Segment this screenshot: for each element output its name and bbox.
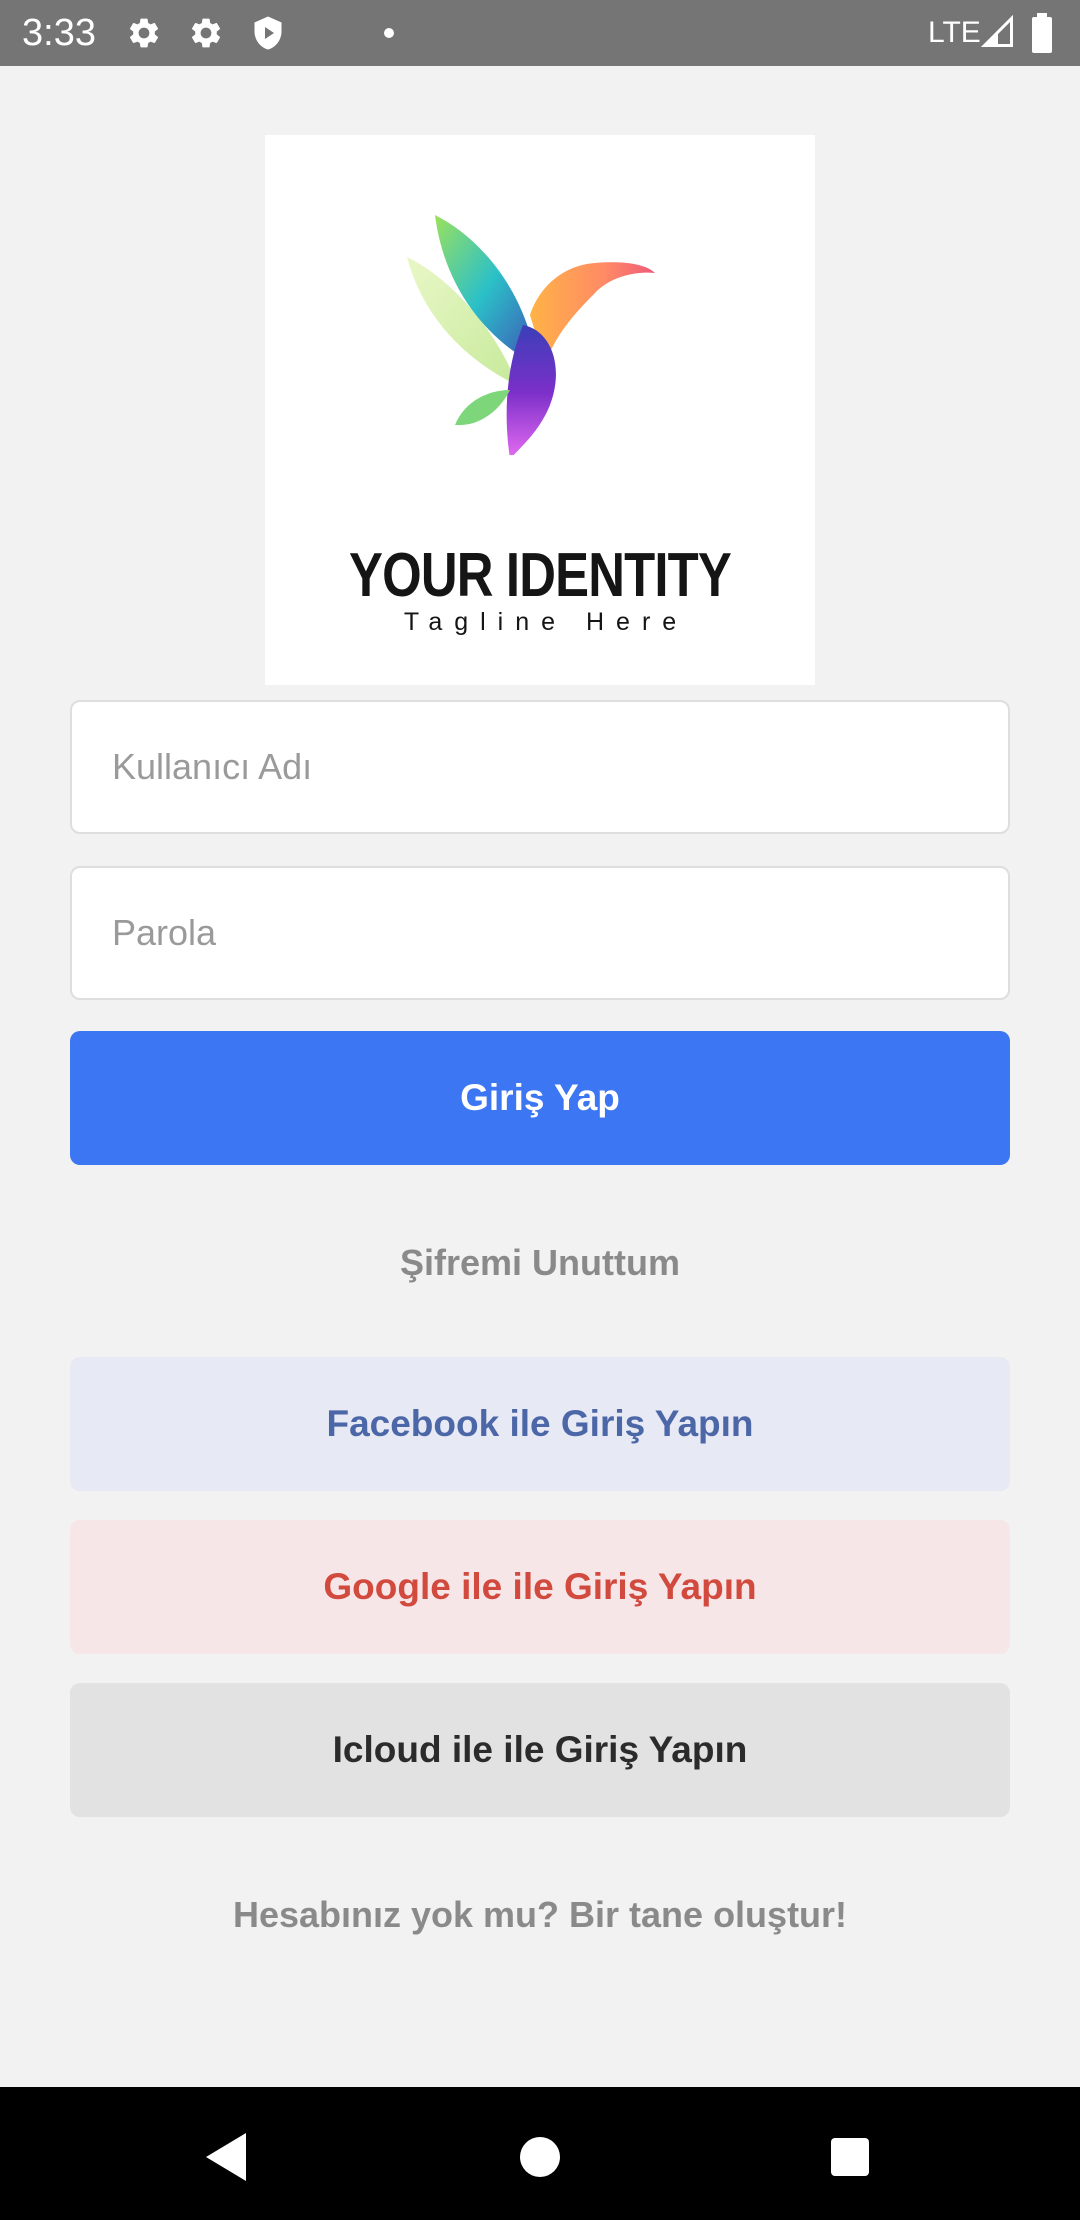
battery-icon — [1030, 13, 1054, 53]
recents-icon[interactable] — [810, 2117, 890, 2197]
back-icon[interactable] — [186, 2117, 266, 2197]
password-input[interactable] — [70, 866, 1010, 1000]
google-login-label: Google ile ile Giriş Yapın — [323, 1566, 757, 1607]
login-button-label: Giriş Yap — [460, 1077, 620, 1118]
signup-link[interactable]: Hesabınız yok mu? Bir tane oluştur! — [0, 1893, 1080, 1937]
status-bar: 3:33 LTE — [0, 0, 1080, 66]
username-input[interactable] — [70, 700, 1010, 834]
settings-icon — [188, 15, 224, 51]
login-button[interactable]: Giriş Yap — [70, 1031, 1010, 1165]
notification-dot — [384, 28, 394, 38]
navigation-bar — [0, 2087, 1080, 2220]
google-login-button[interactable]: Google ile ile Giriş Yapın — [70, 1520, 1010, 1654]
logo-tagline: Tagline Here — [403, 608, 689, 636]
brand-logo: YOUR IDENTITY Tagline Here — [265, 135, 815, 685]
bird-logo-icon — [407, 215, 655, 455]
network-type: LTE — [928, 16, 981, 49]
icloud-login-button[interactable]: Icloud ile ile Giriş Yapın — [70, 1683, 1010, 1817]
shield-icon — [250, 15, 286, 51]
signal-icon — [980, 14, 1016, 50]
facebook-login-label: Facebook ile Giriş Yapın — [326, 1403, 754, 1444]
facebook-login-button[interactable]: Facebook ile Giriş Yapın — [70, 1357, 1010, 1491]
icloud-login-label: Icloud ile ile Giriş Yapın — [332, 1729, 748, 1770]
logo-title: YOUR IDENTITY — [349, 541, 732, 610]
home-icon[interactable] — [500, 2117, 580, 2197]
status-time: 3:33 — [22, 12, 96, 54]
forgot-password-link[interactable]: Şifremi Unuttum — [0, 1241, 1080, 1285]
settings-icon — [126, 15, 162, 51]
